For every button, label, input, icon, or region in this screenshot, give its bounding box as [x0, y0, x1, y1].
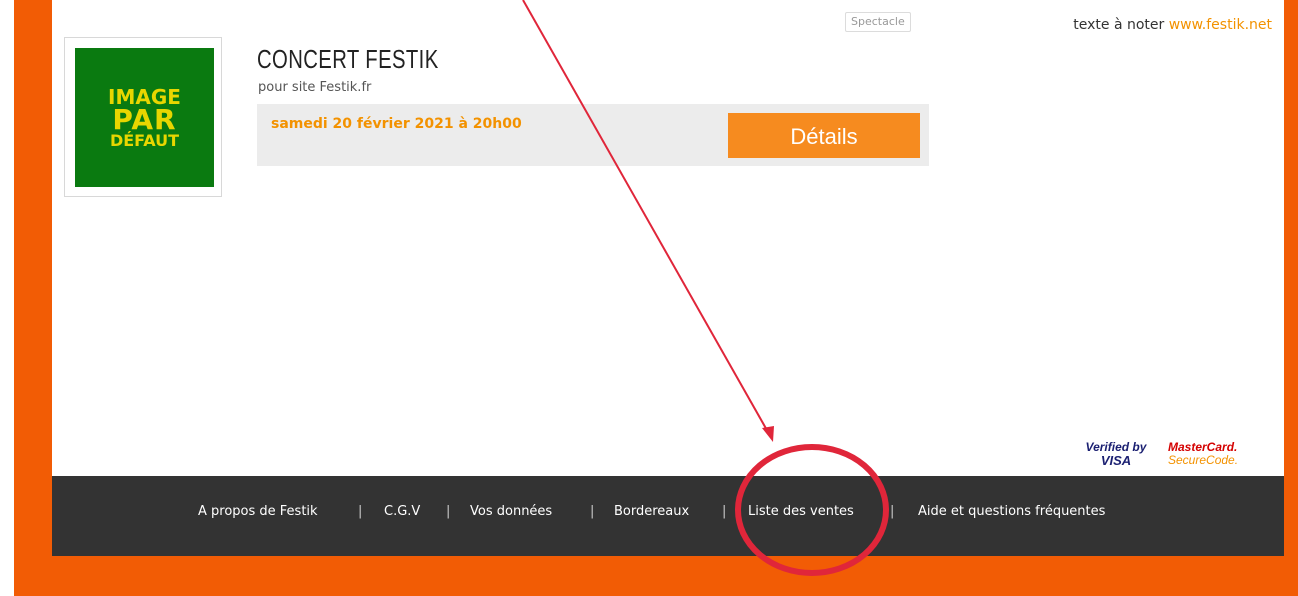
footer-separator: |	[590, 504, 595, 519]
footer: A propos de Festik | C.G.V | Vos données…	[52, 476, 1284, 556]
mastercard-securecode-logo: MasterCard. SecureCode.	[1168, 440, 1239, 467]
event-date-panel: samedi 20 février 2021 à 20h00 Détails	[257, 104, 929, 166]
footer-link-about[interactable]: A propos de Festik	[198, 504, 318, 519]
footer-separator: |	[890, 504, 895, 519]
details-button[interactable]: Détails	[728, 113, 920, 158]
footer-link-liste-des-ventes[interactable]: Liste des ventes	[748, 504, 854, 519]
thumbnail-line-3: DÉFAUT	[109, 130, 180, 150]
thumbnail-line-2: PAR	[112, 102, 177, 136]
footer-link-cgv[interactable]: C.G.V	[384, 504, 420, 519]
event-title[interactable]: CONCERT FESTIK	[257, 44, 439, 75]
footer-link-aide[interactable]: Aide et questions fréquentes	[918, 504, 1105, 519]
payment-logos: Verified by VISA MasterCard. SecureCode.	[1080, 441, 1260, 469]
orange-frame-bottom	[14, 556, 1298, 596]
top-note: texte à noter www.festik.net	[1073, 17, 1272, 33]
footer-link-vos-donnees[interactable]: Vos données	[470, 504, 552, 519]
footer-link-bordereaux[interactable]: Bordereaux	[614, 504, 689, 519]
top-note-link[interactable]: www.festik.net	[1169, 17, 1272, 33]
footer-separator: |	[358, 504, 363, 519]
event-date: samedi 20 février 2021 à 20h00	[271, 116, 522, 132]
page-content	[52, 0, 1284, 476]
footer-separator: |	[446, 504, 451, 519]
category-tag[interactable]: Spectacle	[845, 12, 911, 32]
event-thumbnail[interactable]: IMAGE PAR DÉFAUT	[75, 48, 214, 187]
footer-separator: |	[722, 504, 727, 519]
verified-by-visa-logo: Verified by VISA	[1085, 440, 1147, 468]
top-note-text: texte à noter	[1073, 17, 1165, 33]
orange-frame-left	[14, 0, 52, 560]
event-subtitle: pour site Festik.fr	[258, 80, 372, 95]
orange-frame-right	[1284, 0, 1298, 560]
